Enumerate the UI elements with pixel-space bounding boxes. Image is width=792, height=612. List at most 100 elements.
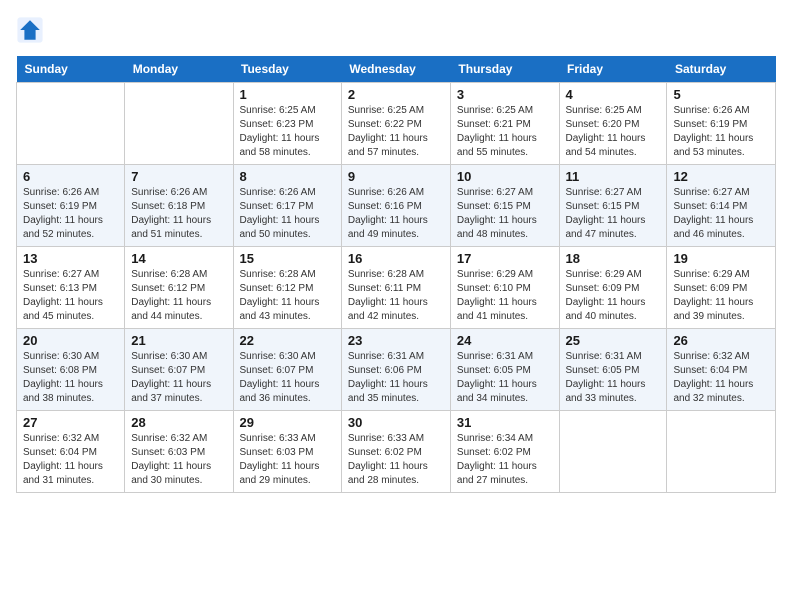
calendar-cell: 9 Sunrise: 6:26 AM Sunset: 6:16 PM Daylig… (341, 165, 450, 247)
calendar-cell: 21 Sunrise: 6:30 AM Sunset: 6:07 PM Dayli… (125, 329, 233, 411)
calendar-cell (667, 411, 776, 493)
day-detail: Sunrise: 6:34 AM Sunset: 6:02 PM Dayligh… (457, 432, 553, 488)
day-detail: Sunrise: 6:30 AM Sunset: 6:07 PM Dayligh… (240, 350, 335, 406)
day-number: 23 (348, 333, 444, 348)
calendar-cell: 26 Sunrise: 6:32 AM Sunset: 6:04 PM Dayli… (667, 329, 776, 411)
day-detail: Sunrise: 6:28 AM Sunset: 6:12 PM Dayligh… (240, 268, 335, 324)
day-detail: Sunrise: 6:25 AM Sunset: 6:20 PM Dayligh… (566, 104, 661, 160)
calendar-table: SundayMondayTuesdayWednesdayThursdayFrid… (16, 56, 776, 493)
calendar-week-2: 6Sunrise: 6:26 AM Sunset: 6:19 PM Daylig… (17, 165, 776, 247)
calendar-cell: 29 Sunrise: 6:33 AM Sunset: 6:03 PM Dayli… (233, 411, 341, 493)
day-detail: Sunrise: 6:30 AM Sunset: 6:08 PM Dayligh… (23, 350, 118, 406)
day-detail: Sunrise: 6:31 AM Sunset: 6:05 PM Dayligh… (457, 350, 553, 406)
calendar-cell: 19 Sunrise: 6:29 AM Sunset: 6:09 PM Dayli… (667, 247, 776, 329)
calendar-cell: 30Sunrise: 6:33 AM Sunset: 6:02 PM Dayli… (341, 411, 450, 493)
calendar-week-1: 1 Sunrise: 6:25 AM Sunset: 6:23 PM Daylig… (17, 83, 776, 165)
calendar-cell: 14 Sunrise: 6:28 AM Sunset: 6:12 PM Dayli… (125, 247, 233, 329)
day-detail: Sunrise: 6:29 AM Sunset: 6:09 PM Dayligh… (673, 268, 769, 324)
day-number: 18 (566, 251, 661, 266)
day-detail: Sunrise: 6:29 AM Sunset: 6:10 PM Dayligh… (457, 268, 553, 324)
calendar-cell: 24 Sunrise: 6:31 AM Sunset: 6:05 PM Dayli… (450, 329, 559, 411)
calendar-header-tuesday: Tuesday (233, 56, 341, 83)
calendar-header-thursday: Thursday (450, 56, 559, 83)
day-detail: Sunrise: 6:32 AM Sunset: 6:03 PM Dayligh… (131, 432, 226, 488)
calendar-week-3: 13 Sunrise: 6:27 AM Sunset: 6:13 PM Dayli… (17, 247, 776, 329)
calendar-cell: 3 Sunrise: 6:25 AM Sunset: 6:21 PM Daylig… (450, 83, 559, 165)
day-number: 13 (23, 251, 118, 266)
day-detail: Sunrise: 6:31 AM Sunset: 6:06 PM Dayligh… (348, 350, 444, 406)
calendar-cell: 1 Sunrise: 6:25 AM Sunset: 6:23 PM Daylig… (233, 83, 341, 165)
calendar-cell: 23 Sunrise: 6:31 AM Sunset: 6:06 PM Dayli… (341, 329, 450, 411)
calendar-header-saturday: Saturday (667, 56, 776, 83)
calendar-cell: 2 Sunrise: 6:25 AM Sunset: 6:22 PM Daylig… (341, 83, 450, 165)
logo (16, 16, 48, 44)
calendar-header-friday: Friday (559, 56, 667, 83)
calendar-cell: 10Sunrise: 6:27 AM Sunset: 6:15 PM Dayli… (450, 165, 559, 247)
day-number: 29 (240, 415, 335, 430)
day-detail: Sunrise: 6:26 AM Sunset: 6:16 PM Dayligh… (348, 186, 444, 242)
day-detail: Sunrise: 6:26 AM Sunset: 6:19 PM Dayligh… (673, 104, 769, 160)
day-detail: Sunrise: 6:28 AM Sunset: 6:12 PM Dayligh… (131, 268, 226, 324)
calendar-cell: 15 Sunrise: 6:28 AM Sunset: 6:12 PM Dayli… (233, 247, 341, 329)
calendar-week-4: 20 Sunrise: 6:30 AM Sunset: 6:08 PM Dayli… (17, 329, 776, 411)
day-detail: Sunrise: 6:30 AM Sunset: 6:07 PM Dayligh… (131, 350, 226, 406)
day-number: 7 (131, 169, 226, 184)
calendar-cell: 8 Sunrise: 6:26 AM Sunset: 6:17 PM Daylig… (233, 165, 341, 247)
day-number: 9 (348, 169, 444, 184)
calendar-header-sunday: Sunday (17, 56, 125, 83)
day-detail: Sunrise: 6:32 AM Sunset: 6:04 PM Dayligh… (673, 350, 769, 406)
day-number: 5 (673, 87, 769, 102)
day-number: 24 (457, 333, 553, 348)
calendar-cell: 6Sunrise: 6:26 AM Sunset: 6:19 PM Daylig… (17, 165, 125, 247)
calendar-cell: 22 Sunrise: 6:30 AM Sunset: 6:07 PM Dayli… (233, 329, 341, 411)
calendar-cell: 16Sunrise: 6:28 AM Sunset: 6:11 PM Dayli… (341, 247, 450, 329)
calendar-cell: 25 Sunrise: 6:31 AM Sunset: 6:05 PM Dayli… (559, 329, 667, 411)
calendar-header-monday: Monday (125, 56, 233, 83)
calendar-header-row: SundayMondayTuesdayWednesdayThursdayFrid… (17, 56, 776, 83)
day-number: 27 (23, 415, 118, 430)
calendar-cell: 27 Sunrise: 6:32 AM Sunset: 6:04 PM Dayli… (17, 411, 125, 493)
page-header (16, 16, 776, 44)
day-number: 22 (240, 333, 335, 348)
day-detail: Sunrise: 6:26 AM Sunset: 6:18 PM Dayligh… (131, 186, 226, 242)
calendar-week-5: 27 Sunrise: 6:32 AM Sunset: 6:04 PM Dayli… (17, 411, 776, 493)
calendar-cell: 7 Sunrise: 6:26 AM Sunset: 6:18 PM Daylig… (125, 165, 233, 247)
day-detail: Sunrise: 6:29 AM Sunset: 6:09 PM Dayligh… (566, 268, 661, 324)
day-detail: Sunrise: 6:26 AM Sunset: 6:17 PM Dayligh… (240, 186, 335, 242)
day-number: 1 (240, 87, 335, 102)
day-number: 14 (131, 251, 226, 266)
day-detail: Sunrise: 6:32 AM Sunset: 6:04 PM Dayligh… (23, 432, 118, 488)
calendar-cell: 13 Sunrise: 6:27 AM Sunset: 6:13 PM Dayli… (17, 247, 125, 329)
day-detail: Sunrise: 6:33 AM Sunset: 6:03 PM Dayligh… (240, 432, 335, 488)
day-number: 26 (673, 333, 769, 348)
logo-icon (16, 16, 44, 44)
day-detail: Sunrise: 6:25 AM Sunset: 6:23 PM Dayligh… (240, 104, 335, 160)
day-detail: Sunrise: 6:25 AM Sunset: 6:22 PM Dayligh… (348, 104, 444, 160)
day-number: 6 (23, 169, 118, 184)
day-number: 21 (131, 333, 226, 348)
day-number: 2 (348, 87, 444, 102)
day-number: 19 (673, 251, 769, 266)
day-detail: Sunrise: 6:33 AM Sunset: 6:02 PM Dayligh… (348, 432, 444, 488)
calendar-cell: 12 Sunrise: 6:27 AM Sunset: 6:14 PM Dayli… (667, 165, 776, 247)
calendar-cell: 4Sunrise: 6:25 AM Sunset: 6:20 PM Daylig… (559, 83, 667, 165)
day-number: 15 (240, 251, 335, 266)
day-number: 8 (240, 169, 335, 184)
day-number: 12 (673, 169, 769, 184)
day-number: 3 (457, 87, 553, 102)
day-detail: Sunrise: 6:27 AM Sunset: 6:14 PM Dayligh… (673, 186, 769, 242)
day-number: 25 (566, 333, 661, 348)
calendar-header-wednesday: Wednesday (341, 56, 450, 83)
calendar-cell (17, 83, 125, 165)
calendar-cell: 28 Sunrise: 6:32 AM Sunset: 6:03 PM Dayli… (125, 411, 233, 493)
day-detail: Sunrise: 6:27 AM Sunset: 6:15 PM Dayligh… (566, 186, 661, 242)
day-number: 28 (131, 415, 226, 430)
calendar-cell: 18 Sunrise: 6:29 AM Sunset: 6:09 PM Dayli… (559, 247, 667, 329)
day-detail: Sunrise: 6:25 AM Sunset: 6:21 PM Dayligh… (457, 104, 553, 160)
calendar-cell (559, 411, 667, 493)
day-detail: Sunrise: 6:28 AM Sunset: 6:11 PM Dayligh… (348, 268, 444, 324)
day-detail: Sunrise: 6:31 AM Sunset: 6:05 PM Dayligh… (566, 350, 661, 406)
day-detail: Sunrise: 6:27 AM Sunset: 6:13 PM Dayligh… (23, 268, 118, 324)
day-number: 20 (23, 333, 118, 348)
calendar-cell (125, 83, 233, 165)
